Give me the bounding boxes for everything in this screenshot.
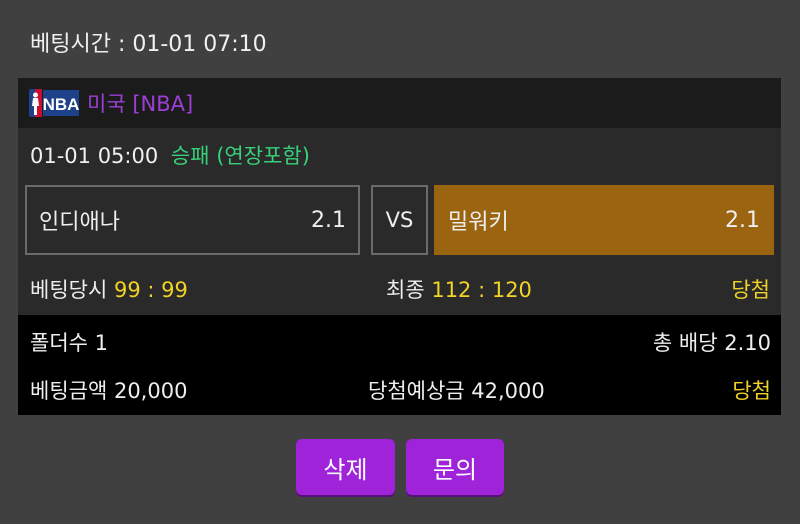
nba-logo-icon: NBA bbox=[29, 89, 79, 117]
away-team-option[interactable]: 밀워키 2.1 bbox=[434, 185, 774, 255]
final-score-value: 112 : 120 bbox=[431, 278, 532, 302]
game-result: 당첨 bbox=[731, 278, 770, 302]
league-header: NBA 미국 [NBA] bbox=[18, 78, 781, 128]
folder-count: 폴더수 1 bbox=[30, 331, 108, 355]
score-at-bet-value: 99 : 99 bbox=[113, 278, 188, 302]
bet-result: 당첨 bbox=[732, 379, 771, 403]
expected-winnings: 당첨예상금 42,000 bbox=[368, 379, 545, 403]
total-odds: 총 배당 2.10 bbox=[652, 331, 771, 355]
inquiry-button[interactable]: 문의 bbox=[406, 439, 504, 495]
away-team-name: 밀워키 bbox=[448, 210, 509, 235]
bet-amount: 베팅금액 20,000 bbox=[30, 379, 188, 403]
game-info: 01-01 05:00 승패 (연장포함) bbox=[30, 140, 310, 170]
league-name: 미국 [NBA] bbox=[87, 92, 194, 116]
svg-text:NBA: NBA bbox=[43, 95, 79, 114]
home-team-odds: 2.1 bbox=[311, 207, 346, 233]
market-type: 승패 (연장포함) bbox=[170, 144, 310, 168]
bet-time: 베팅시간 : 01-01 07:10 bbox=[30, 32, 267, 57]
delete-button[interactable]: 삭제 bbox=[296, 439, 395, 495]
score-at-bet-label: 베팅당시 bbox=[30, 278, 108, 302]
away-team-odds: 2.1 bbox=[725, 207, 760, 233]
home-team-option[interactable]: 인디애나 2.1 bbox=[25, 185, 360, 255]
bet-summary: 폴더수 1 총 배당 2.10 베팅금액 20,000 당첨예상금 42,000… bbox=[18, 315, 781, 415]
score-row: 베팅당시 99 : 99 최종 112 : 120 당첨 bbox=[30, 274, 770, 304]
bet-slip-card: NBA 미국 [NBA] 01-01 05:00 승패 (연장포함) 인디애나 … bbox=[18, 78, 781, 415]
game-time: 01-01 05:00 bbox=[30, 144, 159, 168]
final-score-label: 최종 bbox=[386, 278, 425, 302]
home-team-name: 인디애나 bbox=[39, 210, 120, 235]
vs-label: VS bbox=[371, 185, 428, 255]
final-score: 최종 112 : 120 bbox=[386, 274, 532, 304]
